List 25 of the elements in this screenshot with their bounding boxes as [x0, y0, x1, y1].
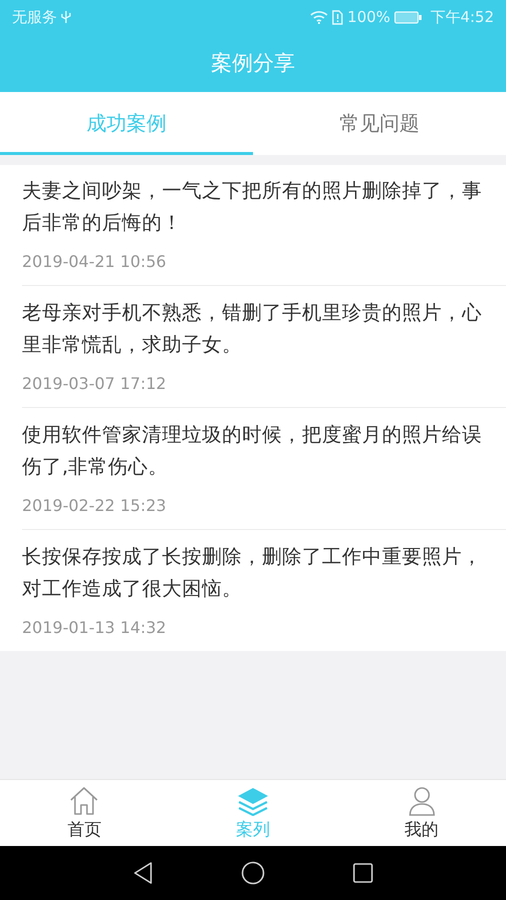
- nav-tab[interactable]: 首页: [0, 780, 169, 846]
- usb-icon: [61, 10, 71, 24]
- case-date: 2019-01-13 14:32: [22, 617, 166, 639]
- case-date: 2019-02-22 15:23: [22, 495, 166, 517]
- battery-percent: 100%: [347, 8, 390, 26]
- sim-icon: [332, 10, 344, 24]
- recents-icon[interactable]: [353, 863, 373, 883]
- case-description[interactable]: 长按保存按成了长按删除，删除了工作中重要照片，对工作造成了很大困恼。: [22, 541, 484, 605]
- case-date: 2019-03-07 17:12: [22, 373, 166, 395]
- page-title: 案例分享: [211, 50, 295, 77]
- nav-tab[interactable]: 我的: [337, 780, 506, 846]
- case-date: 2019-04-21 10:56: [22, 251, 166, 273]
- carrier-text: 无服务: [12, 8, 57, 26]
- case-description[interactable]: 使用软件管家清理垃圾的时候，把度蜜月的照片给误伤了,非常伤心。: [22, 419, 484, 483]
- case-description[interactable]: 老母亲对手机不熟悉，错删了手机里珍贵的照片，心里非常慌乱，求助子女。: [22, 297, 484, 361]
- tab[interactable]: 常见问题: [253, 92, 506, 155]
- clock-text: 下午4:52: [430, 8, 494, 26]
- case-description[interactable]: 夫妻之间吵架，一气之下把所有的照片删除掉了，事后非常的后悔的！: [22, 175, 484, 239]
- home-icon: [68, 786, 100, 816]
- battery-icon: [394, 10, 422, 24]
- person-icon: [408, 786, 436, 816]
- back-icon[interactable]: [133, 862, 153, 884]
- layers-icon: [236, 786, 270, 816]
- wifi-icon: [310, 10, 328, 24]
- home-button-icon[interactable]: [241, 861, 265, 885]
